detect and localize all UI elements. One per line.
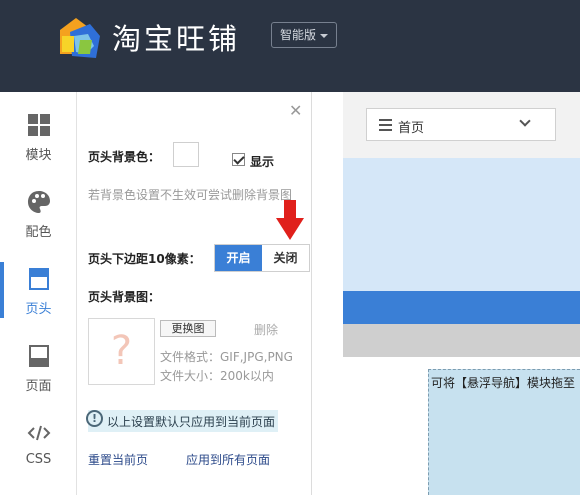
notice-text: 以上设置默认只应用到当前页面 <box>107 415 276 429</box>
margin-toggle: 开启 关闭 <box>214 244 310 272</box>
brand-title: 淘宝旺铺 <box>112 22 241 56</box>
page-select-dropdown[interactable]: 首页 <box>366 108 556 141</box>
sidebar-item-label: 页头 <box>25 302 52 317</box>
apply-all-pages-link[interactable]: 应用到所有页面 <box>186 451 270 468</box>
grid-icon <box>27 114 50 136</box>
reset-current-page-link[interactable]: 重置当前页 <box>88 451 148 468</box>
store-logo-icon <box>60 18 100 58</box>
module-drop-area[interactable]: 可将【悬浮导航】模块拖至 <box>428 369 580 495</box>
left-sidebar: 模块 配色 页头 页面 CSS <box>0 92 77 495</box>
bg-color-swatch[interactable] <box>173 142 199 167</box>
drop-area-text: 可将【悬浮导航】模块拖至 <box>431 376 576 390</box>
show-label: 显示 <box>250 155 275 169</box>
question-mark-icon: ? <box>110 328 133 374</box>
preview-header-background <box>343 158 580 291</box>
caret-down-icon <box>320 33 329 38</box>
menu-icon <box>379 119 392 131</box>
bg-image-placeholder[interactable]: ? <box>88 318 155 385</box>
page-select-label: 首页 <box>398 121 425 136</box>
bg-color-hint: 若背景色设置不生效可尝试删除背景图 <box>88 188 293 202</box>
file-format-text: 文件格式：GIF,JPG,PNG <box>160 350 293 364</box>
sidebar-item-label: 模块 <box>25 148 52 163</box>
preview-nav-bar <box>343 291 580 324</box>
sidebar-item-module[interactable]: 模块 <box>0 102 77 172</box>
code-icon <box>27 425 50 441</box>
margin-label: 页头下边距10像素： <box>88 252 201 266</box>
sidebar-item-label: 配色 <box>25 225 52 240</box>
sidebar-item-page[interactable]: 页面 <box>0 333 77 403</box>
toggle-on-button[interactable]: 开启 <box>215 245 262 271</box>
palette-icon <box>27 191 50 213</box>
sidebar-item-label: 页面 <box>25 379 52 394</box>
red-arrow-annotation-icon <box>276 200 304 240</box>
sidebar-item-color[interactable]: 配色 <box>0 179 77 249</box>
header-settings-panel: ✕ 页头背景色： 显示 若背景色设置不生效可尝试删除背景图 页头下边距10像素：… <box>77 92 312 495</box>
bg-color-label: 页头背景色： <box>88 150 161 164</box>
show-checkbox[interactable] <box>232 153 245 166</box>
file-info: 文件格式：GIF,JPG,PNG 文件大小：200k以内 <box>160 348 293 386</box>
file-size-text: 文件大小：200k以内 <box>160 369 274 383</box>
chevron-down-icon <box>519 115 531 127</box>
preview-gray-strip <box>343 324 580 357</box>
header-layout-icon <box>28 268 49 290</box>
edition-dropdown[interactable]: 智能版 <box>271 22 338 48</box>
delete-image-link[interactable]: 删除 <box>254 321 278 338</box>
toggle-off-button[interactable]: 关闭 <box>262 245 309 271</box>
bg-image-label: 页头背景图： <box>88 290 161 304</box>
edition-label: 智能版 <box>280 28 317 42</box>
close-icon[interactable]: ✕ <box>289 103 303 119</box>
replace-image-button[interactable]: 更换图 <box>160 320 216 337</box>
info-icon: ! <box>86 410 103 427</box>
sidebar-item-header[interactable]: 页头 <box>0 256 77 326</box>
top-bar: 淘宝旺铺 智能版 <box>0 0 580 92</box>
page-layout-icon <box>28 345 49 367</box>
sidebar-item-css[interactable]: CSS <box>0 410 77 480</box>
sidebar-item-label: CSS <box>25 452 52 467</box>
